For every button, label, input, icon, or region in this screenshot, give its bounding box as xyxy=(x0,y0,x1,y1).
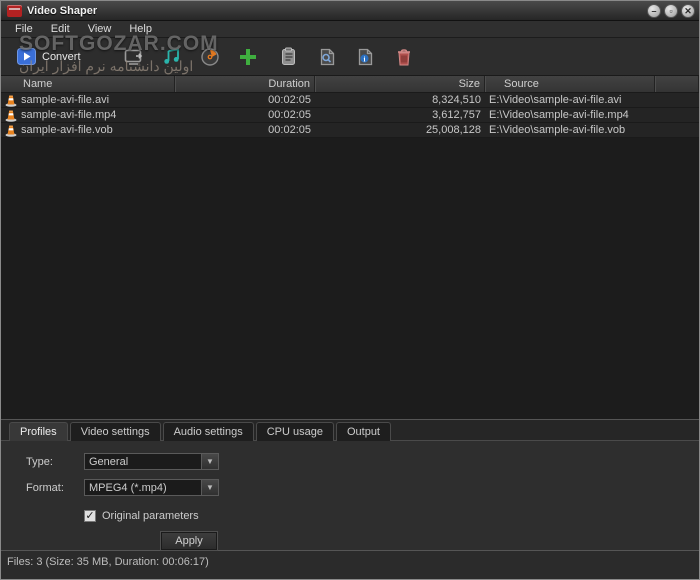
profiles-panel: Type: General ▼ Format: MPEG4 (*.mp4) ▼ … xyxy=(1,440,699,551)
close-button[interactable]: ✕ xyxy=(681,3,695,18)
menu-bar: File Edit View Help xyxy=(1,21,699,38)
original-parameters-option[interactable]: ✓ Original parameters xyxy=(84,510,699,522)
file-name: sample-avi-file.mp4 xyxy=(21,109,117,121)
paste-icon[interactable] xyxy=(279,46,301,68)
add-file-icon[interactable] xyxy=(237,46,259,68)
convert-label: Convert xyxy=(42,50,81,63)
vlc-cone-icon xyxy=(5,94,17,107)
table-row[interactable]: sample-avi-file.mp4 00:02:05 3,612,757 E… xyxy=(1,108,699,123)
disc-icon[interactable] xyxy=(199,46,221,68)
preview-screen-icon[interactable] xyxy=(123,46,145,68)
vlc-cone-icon xyxy=(5,109,17,122)
tab-profiles[interactable]: Profiles xyxy=(9,422,68,441)
tab-video-settings[interactable]: Video settings xyxy=(69,422,161,441)
window-title: Video Shaper xyxy=(27,4,98,17)
convert-button[interactable]: Convert xyxy=(15,46,81,68)
column-header-source[interactable]: Source xyxy=(486,76,656,92)
menu-help[interactable]: Help xyxy=(121,22,160,36)
svg-text:i: i xyxy=(364,55,366,63)
tab-cpu-usage[interactable]: CPU usage xyxy=(255,422,334,441)
title-bar: Video Shaper – ▫ ✕ xyxy=(1,1,699,21)
menu-view[interactable]: View xyxy=(80,22,120,36)
file-size: 3,612,757 xyxy=(432,109,481,121)
file-name: sample-avi-file.vob xyxy=(21,124,113,136)
original-parameters-label: Original parameters xyxy=(102,510,199,522)
type-selected-value: General xyxy=(89,456,129,468)
original-parameters-checkbox[interactable]: ✓ xyxy=(84,510,96,522)
chevron-down-icon[interactable]: ▼ xyxy=(201,454,218,469)
type-select[interactable]: General ▼ xyxy=(84,453,219,470)
convert-icon xyxy=(15,46,37,68)
file-size: 8,324,510 xyxy=(432,94,481,106)
format-label: Format: xyxy=(26,481,64,494)
menu-edit[interactable]: Edit xyxy=(43,22,78,36)
delete-icon[interactable] xyxy=(393,46,415,68)
chevron-down-icon[interactable]: ▼ xyxy=(201,480,218,495)
status-text: Files: 3 (Size: 35 MB, Duration: 00:06:1… xyxy=(7,555,209,568)
minimize-button[interactable]: – xyxy=(647,3,661,18)
file-source: E:\Video\sample-avi-file.vob xyxy=(489,124,626,136)
file-info-icon[interactable]: i xyxy=(355,46,377,68)
column-header-filler xyxy=(656,76,699,92)
column-header-name[interactable]: Name xyxy=(1,76,176,92)
file-list: sample-avi-file.avi 00:02:05 8,324,510 E… xyxy=(1,93,699,419)
file-duration: 00:02:05 xyxy=(268,94,311,106)
table-row[interactable]: sample-avi-file.avi 00:02:05 8,324,510 E… xyxy=(1,93,699,108)
column-header-duration[interactable]: Duration xyxy=(176,76,316,92)
column-header-size[interactable]: Size xyxy=(316,76,486,92)
menu-file[interactable]: File xyxy=(7,22,41,36)
file-size: 25,008,128 xyxy=(425,124,481,136)
vlc-cone-icon xyxy=(5,124,17,137)
toolbar: Convert i SOFTGOZAR.COM اولین دانشنامه ن… xyxy=(1,32,699,76)
apply-button[interactable]: Apply xyxy=(160,531,218,551)
app-icon xyxy=(7,4,22,17)
type-label: Type: xyxy=(26,455,53,468)
file-duration: 00:02:05 xyxy=(268,124,311,136)
audio-notes-icon[interactable] xyxy=(161,46,183,68)
format-selected-value: MPEG4 (*.mp4) xyxy=(89,482,167,494)
file-source: E:\Video\sample-avi-file.mp4 xyxy=(489,109,629,121)
file-duration: 00:02:05 xyxy=(268,109,311,121)
app-window: Video Shaper – ▫ ✕ File Edit View Help C… xyxy=(0,0,700,580)
file-name: sample-avi-file.avi xyxy=(21,94,110,106)
table-row[interactable]: sample-avi-file.vob 00:02:05 25,008,128 … xyxy=(1,123,699,138)
status-bar: Files: 3 (Size: 35 MB, Duration: 00:06:1… xyxy=(1,550,699,572)
tab-audio-settings[interactable]: Audio settings xyxy=(162,422,254,441)
search-file-icon[interactable] xyxy=(317,46,339,68)
tab-output[interactable]: Output xyxy=(335,422,391,441)
bottom-panel: Profiles Video settings Audio settings C… xyxy=(1,419,699,551)
tab-bar: Profiles Video settings Audio settings C… xyxy=(1,420,699,441)
file-source: E:\Video\sample-avi-file.avi xyxy=(489,94,622,106)
format-select[interactable]: MPEG4 (*.mp4) ▼ xyxy=(84,479,219,496)
file-list-header: Name Duration Size Source xyxy=(1,76,699,93)
maximize-button[interactable]: ▫ xyxy=(664,3,678,18)
